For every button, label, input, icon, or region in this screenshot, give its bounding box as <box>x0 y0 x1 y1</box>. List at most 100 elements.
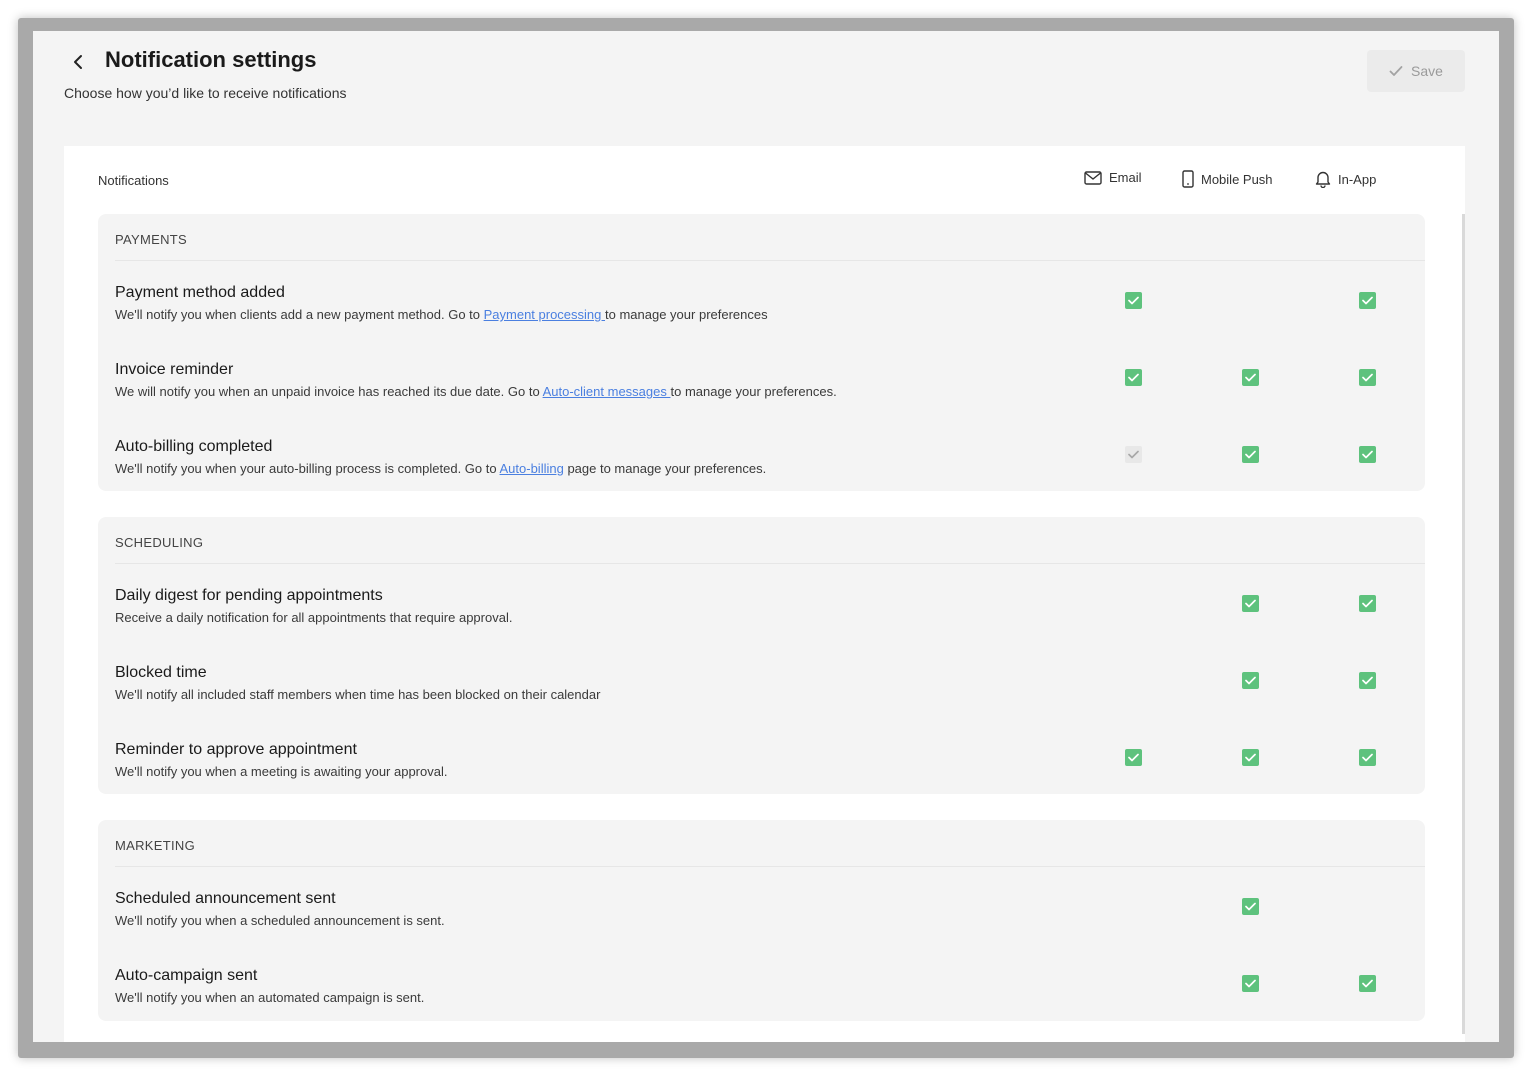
checkmark-icon <box>1362 373 1373 382</box>
chevron-left-icon <box>74 55 82 69</box>
notification-title: Scheduled announcement sent <box>115 890 336 907</box>
push-checkbox[interactable] <box>1242 975 1259 992</box>
checkmark-icon <box>1245 599 1256 608</box>
checkmark-icon <box>1128 296 1139 305</box>
notification-row: Daily digest for pending appointments Rec… <box>98 587 1425 663</box>
checkmark-icon <box>1245 450 1256 459</box>
notification-title: Auto-billing completed <box>115 438 273 455</box>
checkmark-icon <box>1128 373 1139 382</box>
description-text: Receive a daily notification for all app… <box>115 610 513 625</box>
section-title: SCHEDULING <box>115 535 204 550</box>
column-header-in-app: In-App <box>1315 170 1376 188</box>
section-title: MARKETING <box>115 838 195 853</box>
checkmark-icon <box>1245 676 1256 685</box>
push-checkbox[interactable] <box>1242 369 1259 386</box>
notification-row: Invoice reminder We will notify you when … <box>98 361 1425 437</box>
description-text: We'll notify you when a scheduled announ… <box>115 913 445 928</box>
save-button-label: Save <box>1411 63 1443 79</box>
column-header-in-app-label: In-App <box>1338 171 1377 187</box>
page-title: Notification settings <box>105 47 317 72</box>
checkmark-icon <box>1128 450 1139 459</box>
checkmark-icon <box>1245 753 1256 762</box>
description-text-after: to manage your preferences <box>605 307 768 322</box>
notification-row: Reminder to approve appointment We'll not… <box>98 741 1425 817</box>
checkmark-icon <box>1362 296 1373 305</box>
column-header-mobile-push-label: Mobile Push <box>1201 171 1273 187</box>
notification-title: Blocked time <box>115 664 207 681</box>
checkmark-icon <box>1245 373 1256 382</box>
description-text: We will notify you when an unpaid invoic… <box>115 384 543 399</box>
bell-icon <box>1315 171 1331 188</box>
section-payments: PAYMENTS Payment method added We'll notify… <box>98 214 1425 491</box>
notification-row: Auto-billing completed We'll notify you w… <box>98 438 1425 514</box>
notification-title: Auto-campaign sent <box>115 967 258 984</box>
section-marketing: MARKETING Scheduled announcement sent We'l… <box>98 820 1425 1021</box>
push-checkbox[interactable] <box>1242 595 1259 612</box>
back-button[interactable] <box>67 51 89 73</box>
mail-icon <box>1084 170 1102 185</box>
section-divider <box>115 260 1425 261</box>
inapp-checkbox[interactable] <box>1359 595 1376 612</box>
notification-title: Payment method added <box>115 284 285 301</box>
settings-link[interactable]: Auto-billing <box>500 461 564 476</box>
checkmark-icon <box>1362 676 1373 685</box>
inapp-checkbox[interactable] <box>1359 672 1376 689</box>
description-text: We'll notify you when an automated campa… <box>115 990 425 1005</box>
section-scheduling: SCHEDULING Daily digest for pending appoi… <box>98 517 1425 794</box>
push-checkbox[interactable] <box>1242 446 1259 463</box>
email-checkbox[interactable] <box>1125 369 1142 386</box>
notification-row: Payment method added We'll notify you whe… <box>98 284 1425 360</box>
push-checkbox[interactable] <box>1242 672 1259 689</box>
email-checkbox[interactable] <box>1125 749 1142 766</box>
description-text-after: to manage your preferences. <box>670 384 837 399</box>
section-divider <box>115 866 1425 867</box>
check-icon <box>1389 66 1403 76</box>
notification-title: Reminder to approve appointment <box>115 741 357 758</box>
checkmark-icon <box>1362 753 1373 762</box>
checkmark-icon <box>1128 753 1139 762</box>
notification-description: Receive a daily notification for all app… <box>115 610 512 625</box>
save-button[interactable]: Save <box>1367 50 1465 92</box>
inapp-checkbox[interactable] <box>1359 446 1376 463</box>
settings-link[interactable]: Payment processing <box>484 307 605 322</box>
settings-link[interactable]: Auto-client messages <box>543 384 671 399</box>
scrollbar[interactable] <box>1462 214 1465 1034</box>
inapp-checkbox[interactable] <box>1359 898 1376 915</box>
description-text: We'll notify you when a meeting is await… <box>115 764 448 779</box>
inapp-checkbox[interactable] <box>1359 975 1376 992</box>
inapp-checkbox[interactable] <box>1359 749 1376 766</box>
notification-description: We'll notify you when clients add a new … <box>115 307 768 322</box>
notification-title: Invoice reminder <box>115 361 234 378</box>
column-header-email: Email <box>1084 170 1142 185</box>
page-subtitle: Choose how you’d like to receive notific… <box>64 85 347 101</box>
email-checkbox[interactable] <box>1125 292 1142 309</box>
description-text: We'll notify you when your auto-billing … <box>115 461 500 476</box>
inapp-checkbox[interactable] <box>1359 369 1376 386</box>
push-checkbox[interactable] <box>1242 749 1259 766</box>
description-text: We'll notify you when clients add a new … <box>115 307 484 322</box>
checkmark-icon <box>1245 979 1256 988</box>
notification-settings-page: Notification settings Choose how you’d l… <box>33 31 1499 1042</box>
notification-row: Scheduled announcement sent We'll notify … <box>98 890 1425 966</box>
notification-row: Blocked time We'll notify all included st… <box>98 664 1425 740</box>
section-divider <box>115 563 1425 564</box>
push-checkbox[interactable] <box>1242 898 1259 915</box>
notifications-card: Notifications Email Mobile Push In-App P… <box>64 146 1465 1042</box>
notification-description: We'll notify you when an automated campa… <box>115 990 424 1005</box>
notification-description: We'll notify you when a scheduled announ… <box>115 913 445 928</box>
notification-description: We will notify you when an unpaid invoic… <box>115 384 837 399</box>
column-header-mobile-push: Mobile Push <box>1182 170 1273 188</box>
checkmark-icon <box>1362 450 1373 459</box>
notification-description: We'll notify you when a meeting is await… <box>115 764 447 779</box>
notification-title: Daily digest for pending appointments <box>115 587 383 604</box>
checkmark-icon <box>1245 902 1256 911</box>
mobile-icon <box>1182 170 1194 188</box>
checkmark-icon <box>1362 979 1373 988</box>
notification-description: We'll notify all included staff members … <box>115 687 600 702</box>
section-title: PAYMENTS <box>115 232 187 247</box>
checkmark-icon <box>1362 599 1373 608</box>
inapp-checkbox[interactable] <box>1359 292 1376 309</box>
description-text: We'll notify all included staff members … <box>115 687 601 702</box>
email-checkbox <box>1125 446 1142 463</box>
description-text-after: page to manage your preferences. <box>563 461 767 476</box>
